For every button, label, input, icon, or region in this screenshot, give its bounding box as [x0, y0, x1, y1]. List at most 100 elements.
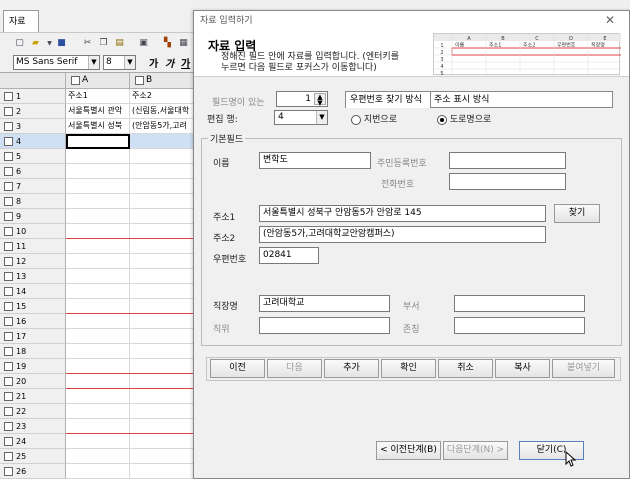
row-header[interactable]: 11 [0, 239, 66, 254]
row-header[interactable]: 14 [0, 284, 66, 299]
edit-row-select[interactable]: 4 ▼ [274, 110, 328, 125]
table-cell[interactable] [66, 284, 130, 299]
table-cell[interactable] [66, 389, 130, 404]
checkbox-icon[interactable] [4, 167, 13, 176]
checkbox-icon[interactable] [4, 107, 13, 116]
table-cell[interactable] [130, 419, 196, 434]
sheet-tab[interactable]: 자료 [3, 10, 39, 32]
checkbox-icon[interactable] [4, 302, 13, 311]
address1-field[interactable]: 서울특별시 성북구 안암동5가 안암로 145 [259, 205, 546, 222]
table-cell[interactable] [66, 224, 130, 239]
table-cell[interactable] [66, 464, 130, 479]
row-header[interactable]: 12 [0, 254, 66, 269]
name-field[interactable]: 변학도 [259, 152, 371, 169]
cut-icon[interactable]: ✂ [82, 38, 93, 49]
table-cell[interactable] [66, 404, 130, 419]
table-cell[interactable] [130, 299, 196, 314]
table-cell[interactable] [66, 269, 130, 284]
row-header[interactable]: 18 [0, 344, 66, 359]
table-cell[interactable] [130, 464, 196, 479]
row-header[interactable]: 19 [0, 359, 66, 374]
table-cell[interactable] [66, 194, 130, 209]
table-cell[interactable] [66, 134, 130, 149]
row-header[interactable]: 13 [0, 269, 66, 284]
checkbox-icon[interactable] [4, 92, 13, 101]
row-header[interactable]: 26 [0, 464, 66, 479]
copy-button[interactable]: 복사 [495, 359, 550, 378]
row-header[interactable]: 4 [0, 134, 66, 149]
new-file-icon[interactable]: ▢ [14, 38, 25, 49]
font-size-select[interactable]: 8 ▼ [103, 55, 136, 70]
dropdown-arrow-icon[interactable]: ▼ [44, 38, 55, 49]
table-cell[interactable] [66, 299, 130, 314]
underline-button[interactable]: 가 [181, 55, 190, 70]
table-cell[interactable] [130, 224, 196, 239]
table-cell[interactable] [130, 374, 196, 389]
address2-field[interactable]: (안암동5가,고려대학교안암캠퍼스) [259, 226, 546, 243]
paste-icon[interactable]: ▤ [114, 38, 125, 49]
tab-address-display[interactable]: 주소 표시 방식 [431, 91, 613, 108]
table-cell[interactable] [66, 359, 130, 374]
checkbox-icon[interactable] [4, 437, 13, 446]
table-cell[interactable] [130, 389, 196, 404]
tab-zip-search[interactable]: 우편번호 찾기 방식 [345, 91, 431, 108]
checkbox-icon[interactable] [4, 362, 13, 371]
checkbox-icon[interactable] [4, 257, 13, 266]
checkbox-icon[interactable] [4, 137, 13, 146]
table-cell[interactable] [66, 449, 130, 464]
checkbox-icon[interactable] [135, 76, 144, 85]
row-header[interactable]: 8 [0, 194, 66, 209]
next-step-button[interactable]: 다음단계(N) > [443, 441, 508, 460]
table-cell[interactable] [66, 209, 130, 224]
table-cell[interactable] [66, 419, 130, 434]
column-header-a[interactable]: A [66, 73, 130, 89]
table-cell[interactable]: 서울특별시 관악 [66, 104, 130, 119]
font-name-select[interactable]: MS Sans Serif ▼ [13, 55, 100, 70]
prev-record-button[interactable]: 이전 [210, 359, 265, 378]
checkbox-icon[interactable] [4, 242, 13, 251]
row-header[interactable]: 21 [0, 389, 66, 404]
table-cell[interactable] [130, 284, 196, 299]
checkbox-icon[interactable] [4, 332, 13, 341]
close-icon[interactable]: ✕ [605, 13, 615, 27]
chart-icon[interactable]: ▚ [162, 38, 173, 49]
copy-icon[interactable]: ❐ [98, 38, 109, 49]
row-header[interactable]: 22 [0, 404, 66, 419]
grid-icon[interactable]: ▦ [178, 38, 189, 49]
open-folder-icon[interactable]: ▰ [30, 38, 41, 49]
row-header[interactable]: 17 [0, 329, 66, 344]
table-cell[interactable] [66, 434, 130, 449]
position-field[interactable] [259, 317, 390, 334]
table-cell[interactable] [66, 329, 130, 344]
table-cell[interactable] [66, 314, 130, 329]
table-cell[interactable] [66, 344, 130, 359]
zip-field[interactable]: 02841 [259, 247, 319, 264]
row-header[interactable]: 10 [0, 224, 66, 239]
radio-jibun[interactable]: 지번으로 [351, 112, 397, 125]
checkbox-icon[interactable] [4, 347, 13, 356]
table-cell[interactable] [130, 269, 196, 284]
table-cell[interactable] [66, 374, 130, 389]
checkbox-icon[interactable] [4, 152, 13, 161]
table-cell[interactable]: 서울특별시 성북 [66, 119, 130, 134]
table-cell[interactable] [130, 164, 196, 179]
row-header[interactable]: 3 [0, 119, 66, 134]
checkbox-icon[interactable] [4, 317, 13, 326]
checkbox-icon[interactable] [4, 467, 13, 476]
bold-button[interactable]: 가 [149, 55, 158, 70]
paste-button[interactable]: 붙여넣기 [552, 359, 615, 378]
company-field[interactable]: 고려대학교 [259, 295, 390, 312]
find-address-button[interactable]: 찾기 [554, 204, 600, 223]
checkbox-icon[interactable] [4, 197, 13, 206]
dept-field[interactable] [454, 295, 585, 312]
table-cell[interactable] [130, 344, 196, 359]
table-cell[interactable] [66, 179, 130, 194]
checkbox-icon[interactable] [4, 377, 13, 386]
checkbox-icon[interactable] [4, 452, 13, 461]
table-cell[interactable] [130, 209, 196, 224]
checkbox-icon[interactable] [4, 122, 13, 131]
table-cell[interactable] [66, 149, 130, 164]
table-cell[interactable] [130, 314, 196, 329]
table-cell[interactable]: 주소2 [130, 89, 196, 104]
row-header[interactable]: 24 [0, 434, 66, 449]
